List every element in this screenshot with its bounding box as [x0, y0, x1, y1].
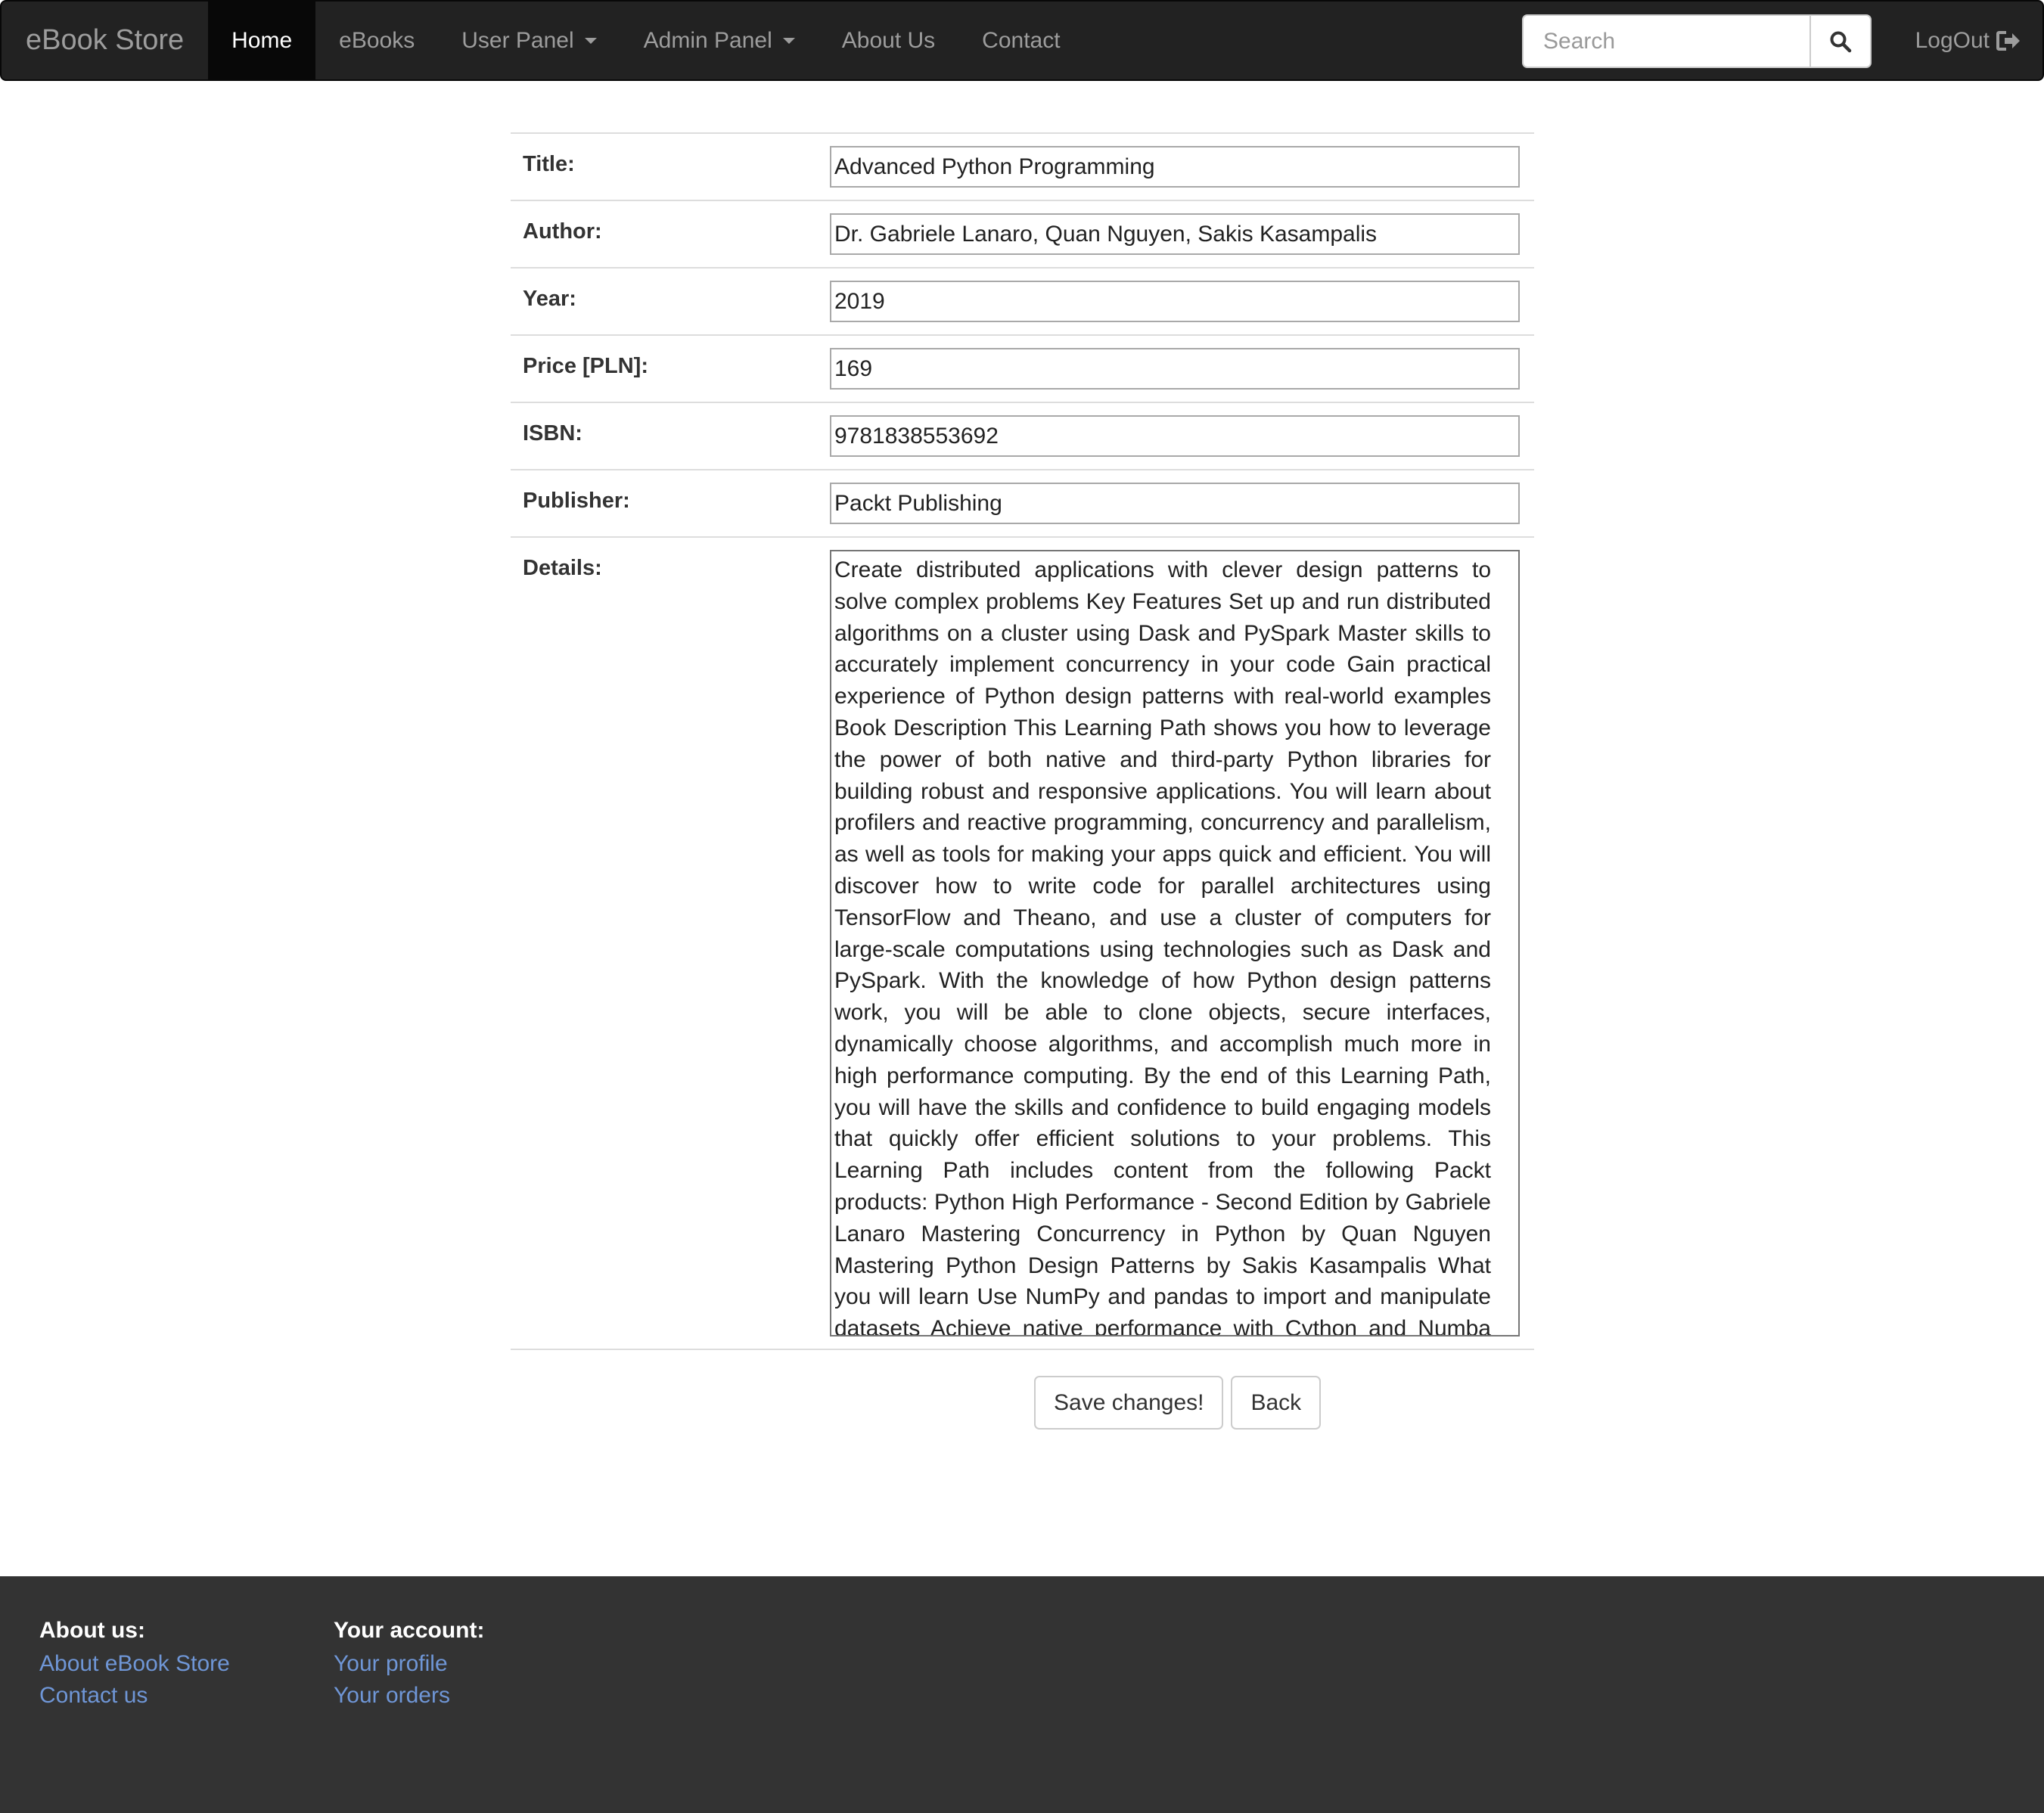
- footer-link-your-orders[interactable]: Your orders: [334, 1680, 484, 1712]
- nav-user-panel-label: User Panel: [461, 27, 574, 53]
- publisher-label: Publisher:: [523, 489, 630, 513]
- nav-admin-panel-label: Admin Panel: [643, 27, 772, 53]
- year-input[interactable]: [830, 281, 1520, 322]
- brand-logo[interactable]: eBook Store: [2, 2, 208, 79]
- back-button[interactable]: Back: [1231, 1376, 1322, 1430]
- isbn-input[interactable]: [830, 415, 1520, 457]
- caret-down-icon: [584, 37, 597, 44]
- search-button[interactable]: [1809, 14, 1872, 68]
- caret-down-icon: [782, 37, 795, 44]
- form-row-author: Author:: [511, 201, 1534, 269]
- footer-about-heading: About us:: [39, 1618, 145, 1643]
- footer-link-contact-us[interactable]: Contact us: [39, 1680, 230, 1712]
- isbn-label: ISBN:: [523, 421, 582, 445]
- top-navbar: eBook Store Home eBooks User Panel Admin…: [0, 0, 2044, 81]
- nav-contact[interactable]: Contact: [958, 2, 1083, 79]
- form-row-year: Year:: [511, 269, 1534, 336]
- save-changes-button[interactable]: Save changes!: [1034, 1376, 1224, 1430]
- details-textarea[interactable]: Create distributed applications with cle…: [830, 550, 1520, 1336]
- search-icon: [1830, 31, 1852, 52]
- footer-link-your-profile[interactable]: Your profile: [334, 1648, 484, 1680]
- nav-about-us[interactable]: About Us: [819, 2, 958, 79]
- logout-link[interactable]: LogOut: [1915, 2, 2021, 79]
- form-row-price: Price [PLN]:: [511, 336, 1534, 403]
- ebook-edit-form: Title: Author: Year: Price [PLN]: ISBN: …: [511, 132, 1534, 1350]
- nav-ebooks[interactable]: eBooks: [315, 2, 438, 79]
- nav-contact-label: Contact: [982, 27, 1061, 53]
- form-row-publisher: Publisher:: [511, 470, 1534, 538]
- nav-user-panel-dropdown[interactable]: User Panel: [438, 2, 620, 79]
- footer-account-heading: Your account:: [334, 1618, 485, 1643]
- price-label: Price [PLN]:: [523, 354, 648, 378]
- form-row-details: Details: Create distributed applications…: [511, 538, 1534, 1350]
- footer-about-section: About us: About eBook Store Contact us: [39, 1618, 230, 1712]
- nav-ebooks-label: eBooks: [339, 27, 415, 53]
- log-out-icon: [1996, 29, 2021, 52]
- author-label: Author:: [523, 219, 602, 244]
- footer-link-about-ebook-store[interactable]: About eBook Store: [39, 1648, 230, 1680]
- publisher-input[interactable]: [830, 483, 1520, 524]
- year-label: Year:: [523, 287, 576, 311]
- nav-home-label: Home: [231, 27, 293, 53]
- price-input[interactable]: [830, 348, 1520, 390]
- details-label: Details:: [523, 556, 602, 580]
- nav-home[interactable]: Home: [208, 2, 316, 79]
- footer-account-section: Your account: Your profile Your orders: [334, 1618, 484, 1712]
- form-row-isbn: ISBN:: [511, 403, 1534, 470]
- form-row-title: Title:: [511, 134, 1534, 201]
- author-input[interactable]: [830, 213, 1520, 255]
- form-actions: Save changes! Back: [1034, 1376, 1322, 1430]
- logout-label: LogOut: [1915, 27, 1990, 53]
- page-footer: About us: About eBook Store Contact us Y…: [0, 1576, 2044, 1813]
- nav-about-us-label: About Us: [841, 27, 936, 53]
- title-input[interactable]: [830, 146, 1520, 188]
- title-label: Title:: [523, 152, 575, 176]
- nav-admin-panel-dropdown[interactable]: Admin Panel: [620, 2, 819, 79]
- search-input[interactable]: [1522, 14, 1809, 68]
- search-form: [1522, 14, 1872, 68]
